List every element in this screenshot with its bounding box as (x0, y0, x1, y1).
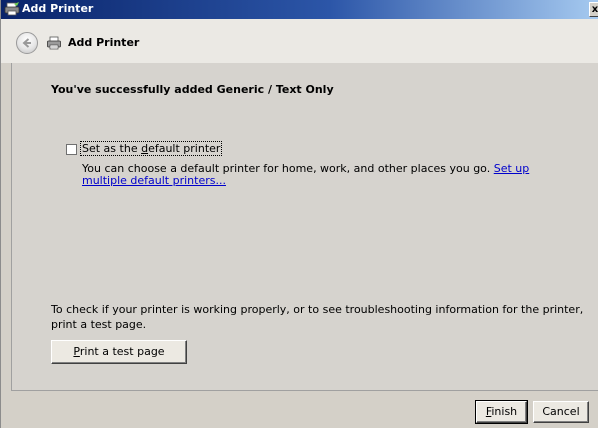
default-printer-label[interactable]: Set as the default printer (79, 141, 223, 156)
cancel-button[interactable]: Cancel (533, 401, 589, 423)
add-printer-window: Add Printer x Add Printer You've success… (0, 0, 598, 428)
page-title: Add Printer (68, 36, 140, 49)
printer-icon (4, 2, 20, 16)
default-printer-checkbox[interactable] (66, 144, 77, 155)
printer-icon (47, 36, 61, 50)
label-part: efault printer (148, 142, 221, 155)
navigation-bar: Add Printer (1, 19, 598, 63)
title-bar: Add Printer x (1, 0, 598, 19)
back-arrow-icon (22, 38, 31, 48)
label-part: Set as the (82, 142, 142, 155)
print-test-page-button[interactable]: Print a test page (51, 340, 187, 364)
label-accelerator: d (141, 142, 149, 155)
back-button[interactable] (16, 32, 38, 54)
test-page-instructions: To check if your printer is working prop… (51, 303, 584, 331)
button-label: rint a test page (79, 345, 165, 358)
wizard-content: You've successfully added Generic / Text… (11, 63, 598, 391)
close-button[interactable]: x (589, 2, 598, 17)
default-printer-description: You can choose a default printer for hom… (82, 163, 552, 187)
success-heading: You've successfully added Generic / Text… (51, 83, 334, 96)
wizard-footer: Finish Cancel (1, 391, 598, 428)
button-label: inish (491, 405, 518, 418)
window-title: Add Printer (22, 2, 94, 15)
finish-button[interactable]: Finish (475, 400, 528, 424)
